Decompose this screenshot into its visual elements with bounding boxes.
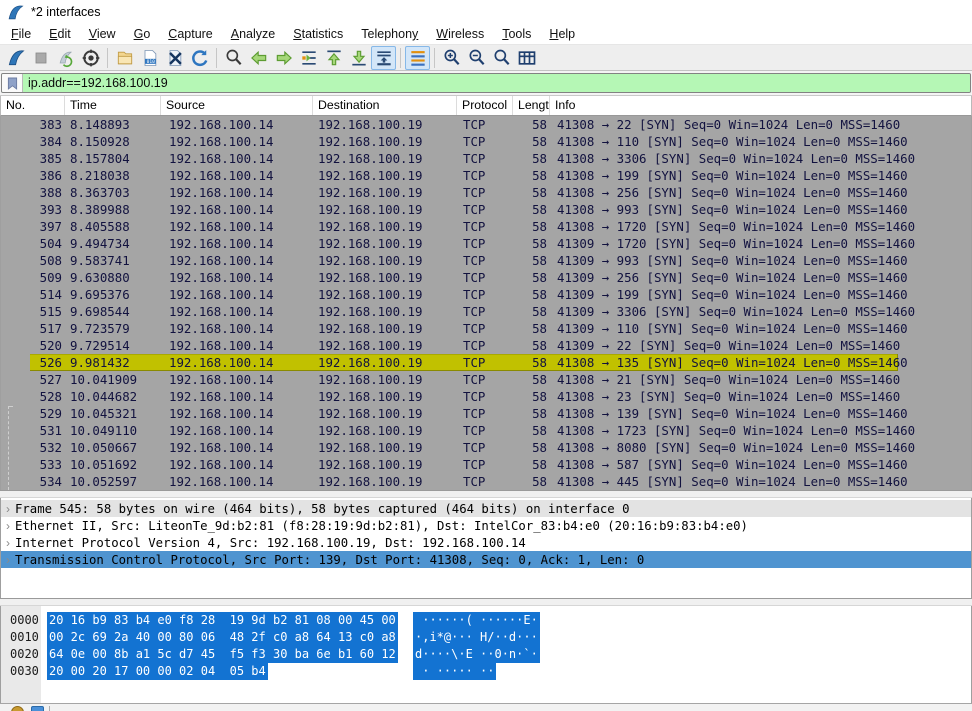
status-bar xyxy=(0,703,972,711)
stop-capture-icon[interactable] xyxy=(28,46,53,70)
menu-item[interactable]: Tools xyxy=(493,26,540,42)
packet-row[interactable]: 526 9.981432 192.168.100.14 192.168.100.… xyxy=(1,354,971,371)
expand-chevron-icon[interactable]: › xyxy=(1,553,15,567)
menu-item[interactable]: File xyxy=(2,26,40,42)
menu-item[interactable]: Statistics xyxy=(284,26,352,42)
go-forward-icon[interactable] xyxy=(271,46,296,70)
go-to-last-icon[interactable] xyxy=(346,46,371,70)
column-header-time[interactable]: Time xyxy=(65,96,161,115)
status-separator xyxy=(49,706,50,711)
filter-bar xyxy=(0,71,972,96)
zoom-original-icon[interactable] xyxy=(489,46,514,70)
toolbar-separator xyxy=(400,48,401,68)
pane-splitter[interactable] xyxy=(0,598,972,606)
column-header-info[interactable]: Info xyxy=(550,96,971,115)
detail-tree-row[interactable]: › Ethernet II, Src: LiteonTe_9d:b2:81 (f… xyxy=(1,517,971,534)
packet-row[interactable]: 383 8.148893 192.168.100.14 192.168.100.… xyxy=(1,116,971,133)
menu-item[interactable]: Edit xyxy=(40,26,80,42)
packet-row[interactable]: 532 10.050667 192.168.100.14 192.168.100… xyxy=(1,439,971,456)
packet-row[interactable]: 384 8.150928 192.168.100.14 192.168.100.… xyxy=(1,133,971,150)
window-title: *2 interfaces xyxy=(31,5,100,19)
packet-row[interactable]: 527 10.041909 192.168.100.14 192.168.100… xyxy=(1,371,971,388)
column-header-destination[interactable]: Destination xyxy=(313,96,457,115)
save-file-icon[interactable]: 010 xyxy=(137,46,162,70)
toolbar-separator xyxy=(216,48,217,68)
expand-chevron-icon[interactable]: › xyxy=(1,536,15,550)
wireshark-logo-icon xyxy=(7,4,24,21)
packet-row[interactable]: 514 9.695376 192.168.100.14 192.168.100.… xyxy=(1,286,971,303)
open-file-icon[interactable] xyxy=(112,46,137,70)
packet-row[interactable]: 388 8.363703 192.168.100.14 192.168.100.… xyxy=(1,184,971,201)
menu-item[interactable]: Telephony xyxy=(352,26,427,42)
packet-row[interactable]: 504 9.494734 192.168.100.14 192.168.100.… xyxy=(1,235,971,252)
colorize-icon[interactable] xyxy=(405,46,430,70)
menu-bar: FileEditViewGoCaptureAnalyzeStatisticsTe… xyxy=(0,24,972,44)
column-header-source[interactable]: Source xyxy=(161,96,313,115)
svg-text:010: 010 xyxy=(146,59,155,65)
find-packet-icon[interactable] xyxy=(221,46,246,70)
packet-details-pane: › Frame 545: 58 bytes on wire (464 bits)… xyxy=(0,498,972,598)
packet-bytes-pane: 0000 20 16 b9 83 b4 e0 f8 28 19 9d b2 81… xyxy=(0,606,972,703)
go-back-icon[interactable] xyxy=(246,46,271,70)
packet-row[interactable]: 509 9.630880 192.168.100.14 192.168.100.… xyxy=(1,269,971,286)
go-to-packet-icon[interactable] xyxy=(296,46,321,70)
packet-row[interactable]: 533 10.051692 192.168.100.14 192.168.100… xyxy=(1,456,971,473)
menu-item[interactable]: Analyze xyxy=(222,26,284,42)
menu-item[interactable]: Help xyxy=(540,26,584,42)
display-filter-input[interactable] xyxy=(23,74,970,92)
resize-columns-icon[interactable] xyxy=(514,46,539,70)
main-toolbar: 010 xyxy=(0,44,972,71)
menu-item[interactable]: Capture xyxy=(159,26,221,42)
zoom-out-icon[interactable] xyxy=(464,46,489,70)
packet-row[interactable]: 517 9.723579 192.168.100.14 192.168.100.… xyxy=(1,320,971,337)
packet-row[interactable]: 515 9.698544 192.168.100.14 192.168.100.… xyxy=(1,303,971,320)
toolbar-separator xyxy=(434,48,435,68)
restart-capture-icon[interactable] xyxy=(53,46,78,70)
column-header-no[interactable]: No. xyxy=(1,96,65,115)
toolbar-separator xyxy=(107,48,108,68)
filter-bookmark-button[interactable] xyxy=(2,74,23,92)
capture-comment-icon[interactable] xyxy=(31,706,44,711)
hex-row[interactable]: 0030 20 00 20 17 00 00 02 04 05 b4 · ···… xyxy=(1,663,971,680)
display-filter-field xyxy=(1,73,971,93)
related-packet-line xyxy=(8,406,13,490)
packet-row[interactable]: 386 8.218038 192.168.100.14 192.168.100.… xyxy=(1,167,971,184)
title-bar: *2 interfaces xyxy=(0,0,972,24)
bookmark-icon xyxy=(7,77,18,90)
menu-item[interactable]: View xyxy=(80,26,125,42)
packet-row[interactable]: 528 10.044682 192.168.100.14 192.168.100… xyxy=(1,388,971,405)
hex-row[interactable]: 0010 00 2c 69 2a 40 00 80 06 48 2f c0 a8… xyxy=(1,629,971,646)
packet-row[interactable]: 397 8.405588 192.168.100.14 192.168.100.… xyxy=(1,218,971,235)
expert-info-icon[interactable] xyxy=(11,706,24,711)
packet-list-header: No. Time Source Destination Protocol Len… xyxy=(0,96,972,116)
capture-options-icon[interactable] xyxy=(78,46,103,70)
expand-chevron-icon[interactable]: › xyxy=(1,502,15,516)
packet-row[interactable]: 520 9.729514 192.168.100.14 192.168.100.… xyxy=(1,337,971,354)
menu-item[interactable]: Go xyxy=(125,26,160,42)
column-header-protocol[interactable]: Protocol xyxy=(457,96,513,115)
expand-chevron-icon[interactable]: › xyxy=(1,519,15,533)
packet-list: 383 8.148893 192.168.100.14 192.168.100.… xyxy=(0,116,972,490)
detail-tree-row[interactable]: › Transmission Control Protocol, Src Por… xyxy=(1,551,971,568)
go-to-first-icon[interactable] xyxy=(321,46,346,70)
packet-row[interactable]: 393 8.389988 192.168.100.14 192.168.100.… xyxy=(1,201,971,218)
pane-splitter[interactable] xyxy=(0,490,972,498)
detail-tree-row[interactable]: › Internet Protocol Version 4, Src: 192.… xyxy=(1,534,971,551)
start-capture-icon[interactable] xyxy=(3,46,28,70)
packet-row[interactable]: 529 10.045321 192.168.100.14 192.168.100… xyxy=(1,405,971,422)
close-file-icon[interactable] xyxy=(162,46,187,70)
zoom-in-icon[interactable] xyxy=(439,46,464,70)
auto-scroll-icon[interactable] xyxy=(371,46,396,70)
hex-row[interactable]: 0020 64 0e 00 8b a1 5c d7 45 f5 f3 30 ba… xyxy=(1,646,971,663)
packet-row[interactable]: 534 10.052597 192.168.100.14 192.168.100… xyxy=(1,473,971,490)
hex-row[interactable]: 0000 20 16 b9 83 b4 e0 f8 28 19 9d b2 81… xyxy=(1,612,971,629)
packet-row[interactable]: 531 10.049110 192.168.100.14 192.168.100… xyxy=(1,422,971,439)
reload-icon[interactable] xyxy=(187,46,212,70)
menu-item[interactable]: Wireless xyxy=(427,26,493,42)
wireshark-window: *2 interfaces FileEditViewGoCaptureAnaly… xyxy=(0,0,972,711)
detail-tree-row[interactable]: › Frame 545: 58 bytes on wire (464 bits)… xyxy=(1,500,971,517)
packet-row[interactable]: 508 9.583741 192.168.100.14 192.168.100.… xyxy=(1,252,971,269)
column-header-length[interactable]: Length xyxy=(513,96,550,115)
packet-row[interactable]: 385 8.157804 192.168.100.14 192.168.100.… xyxy=(1,150,971,167)
